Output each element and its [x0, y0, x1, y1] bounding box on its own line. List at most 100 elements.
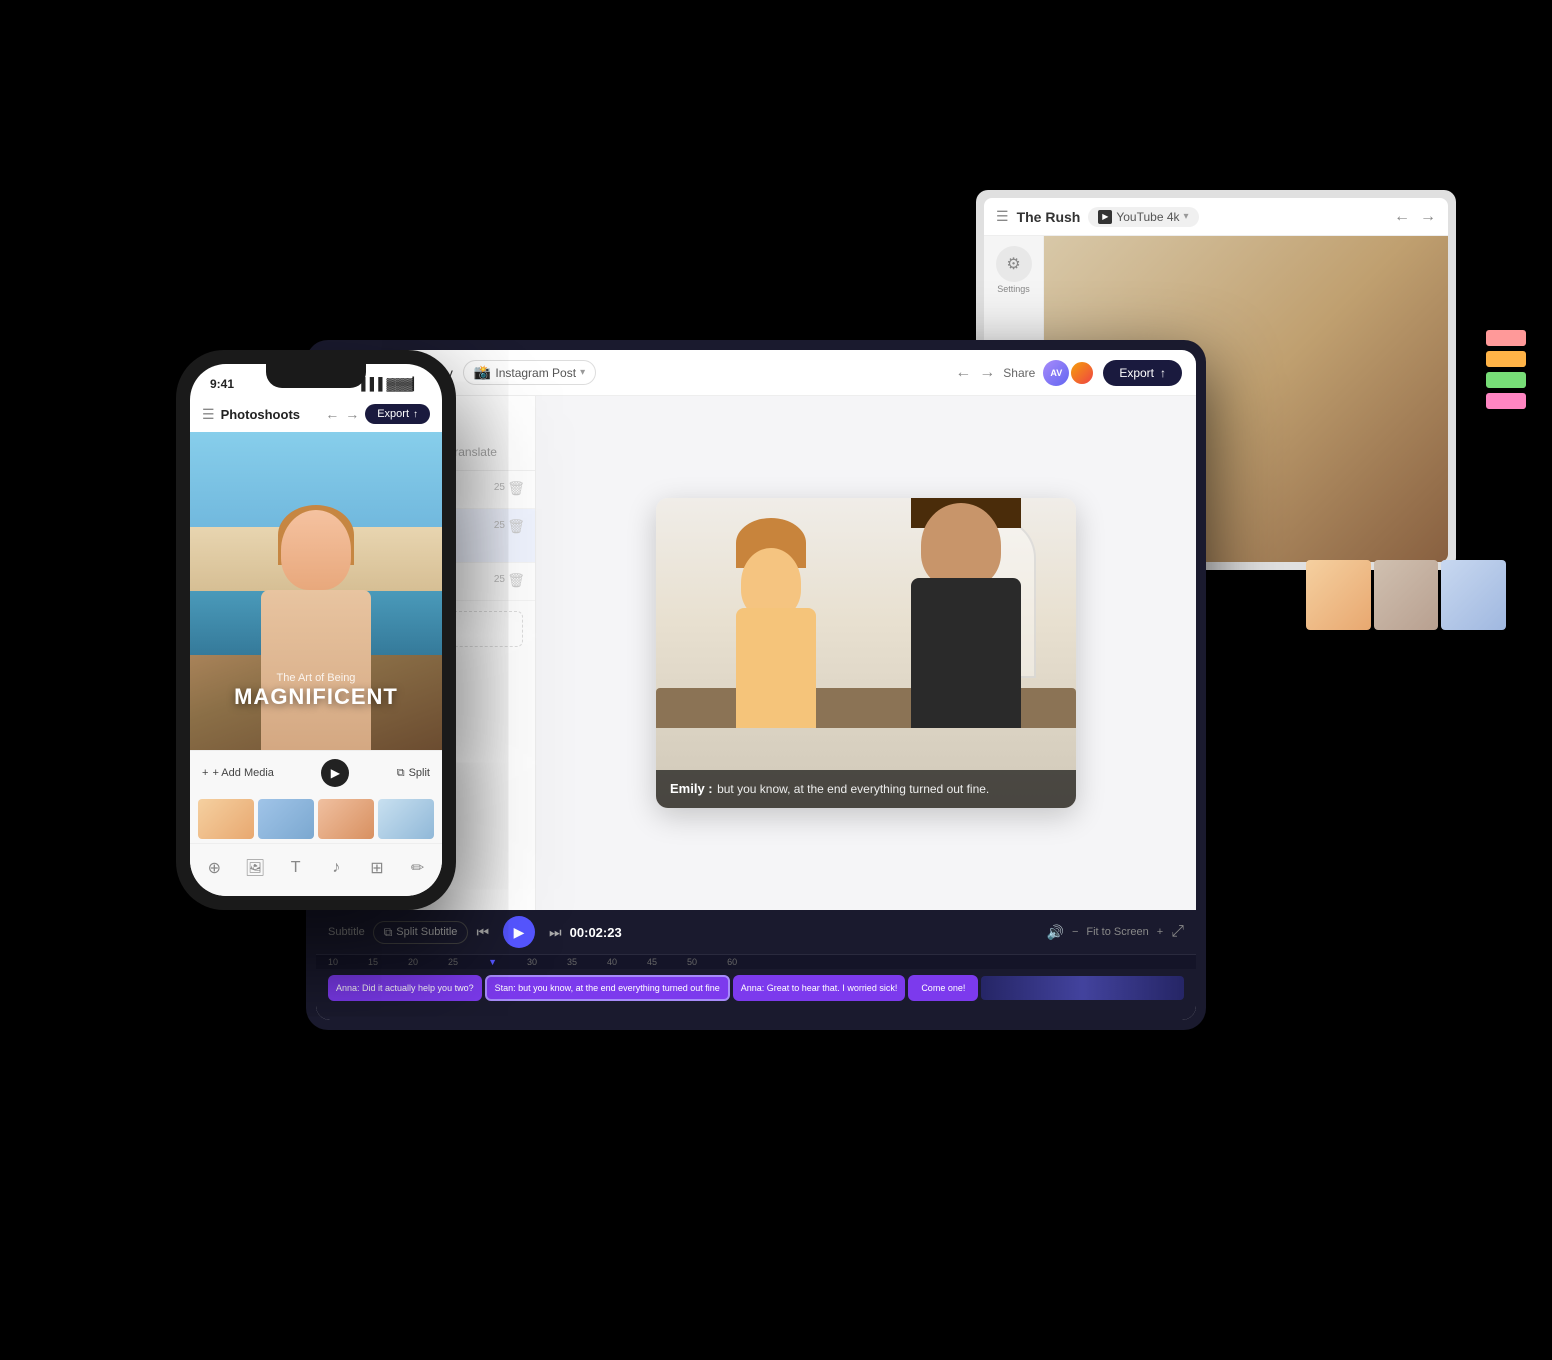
format-chevron-icon: ▾ — [580, 367, 585, 378]
play-button[interactable]: ▶ — [503, 916, 535, 948]
add-media-label: + Add Media — [212, 767, 273, 779]
ipad-forward-btn[interactable]: → — [979, 364, 995, 382]
ruler-mark-current: ▼ — [488, 957, 497, 967]
battery-icon: ▓▓▓▏ — [387, 377, 422, 391]
timeline-clip[interactable]: Anna: Did it actually help you two? — [328, 975, 482, 1001]
time-display: 9:41 — [210, 377, 234, 391]
color-panel — [1486, 330, 1526, 409]
phone-video-subtitle: The Art of Being — [190, 672, 442, 684]
video-subtitle-bar: Emily : but you know, at the end everyth… — [656, 770, 1076, 808]
bg-desktop-nav-right: ← → — [1394, 208, 1436, 226]
minus-icon[interactable]: − — [1072, 926, 1078, 938]
split-icon: ⧉ — [384, 925, 393, 940]
volume-icon[interactable]: 🔊 — [1047, 924, 1064, 941]
toolbar-text-button[interactable]: T — [280, 852, 312, 884]
ruler-mark: 35 — [567, 957, 577, 967]
split-label: Split — [409, 767, 430, 779]
video-background: Emily : but you know, at the end everyth… — [656, 498, 1076, 808]
ruler-mark: 50 — [687, 957, 697, 967]
subtitle-item-number: 25 — [494, 481, 505, 495]
play-icon: ▶ — [1098, 210, 1112, 224]
skip-back-icon[interactable]: ⏮ — [476, 924, 489, 941]
timecode-display: 00:02:23 — [570, 925, 622, 940]
instagram-icon: 📸 — [474, 364, 491, 381]
timeline-subtitle-label: Subtitle — [328, 926, 365, 938]
phone-play-button[interactable]: ▶ — [321, 759, 349, 787]
subtitle-speech: but you know, at the end everything turn… — [717, 782, 989, 796]
color-swatch-pink[interactable] — [1486, 393, 1526, 409]
bg-desktop-app-title: The Rush — [1017, 209, 1081, 225]
ipad-main-content: Emily : but you know, at the end everyth… — [536, 396, 1196, 910]
ipad-format-badge[interactable]: 📸 Instagram Post ▾ — [463, 360, 596, 385]
fullscreen-icon[interactable]: ⤢ — [1171, 923, 1184, 941]
ruler-mark: 10 — [328, 957, 338, 967]
menu-icon[interactable]: ☰ — [202, 406, 215, 423]
photo-thumb-1 — [1306, 560, 1371, 630]
timeline-clip[interactable]: Anna: Great to hear that. I worried sick… — [733, 975, 906, 1001]
phone-forward-btn[interactable]: → — [345, 406, 359, 422]
avatar-secondary — [1069, 360, 1095, 386]
phone-split-button[interactable]: ⧉ Split — [397, 767, 430, 780]
toolbar-edit-button[interactable]: ✏ — [402, 852, 434, 884]
ipad-timeline: Subtitle ⧉ Split Subtitle ⏮ ▶ ⏭ 00:02:23… — [316, 910, 1196, 1020]
subtitle-item-number: 25 — [494, 573, 505, 587]
phone-device: 9:41 ●●● ▐▐▐ ▓▓▓▏ ☰ Photoshoots ← → Expo… — [176, 350, 456, 910]
toolbar-home-button[interactable]: ⊕ — [198, 852, 230, 884]
chevron-icon: ▾ — [1184, 211, 1189, 222]
clip-label: Come one! — [921, 983, 965, 993]
color-swatch-orange[interactable] — [1486, 351, 1526, 367]
delete-icon[interactable]: 🗑 — [507, 517, 525, 537]
clip-label: Anna: Great to hear that. I worried sick… — [741, 983, 898, 993]
person-left — [716, 548, 836, 728]
bg-desktop-header: ☰ The Rush ▶ YouTube 4k ▾ ← → — [984, 198, 1448, 236]
add-media-button[interactable]: + + Add Media — [202, 767, 274, 779]
ruler-mark: 40 — [607, 957, 617, 967]
clip-label: Anna: Did it actually help you two? — [336, 983, 474, 993]
skip-forward-icon[interactable]: ⏭ — [549, 924, 562, 941]
bg-desktop-format-badge[interactable]: ▶ YouTube 4k ▾ — [1088, 207, 1198, 227]
phone-back-btn[interactable]: ← — [325, 406, 339, 422]
fit-screen-label[interactable]: Fit to Screen — [1086, 926, 1148, 938]
split-subtitle-button[interactable]: ⧉ Split Subtitle — [373, 921, 469, 944]
timeline-clip[interactable]: Stan: but you know, at the end everythin… — [485, 975, 730, 1001]
timeline-right-controls: 🔊 − Fit to Screen + ⤢ — [1047, 923, 1184, 941]
phone-person-head — [281, 510, 351, 590]
settings-icon[interactable]: ⚙ — [996, 246, 1032, 282]
timeline-controls: Subtitle ⧉ Split Subtitle ⏮ ▶ ⏭ 00:02:23… — [316, 910, 1196, 955]
phone-screen: 9:41 ●●● ▐▐▐ ▓▓▓▏ ☰ Photoshoots ← → Expo… — [190, 364, 442, 896]
ipad-export-button[interactable]: Export ↑ — [1103, 360, 1182, 386]
timeline-clip[interactable]: Come one! — [908, 975, 978, 1001]
thumbnail-1[interactable] — [198, 799, 254, 839]
plus-icon: + — [202, 767, 208, 779]
phone-video-title: MAGNIFICENT — [190, 684, 442, 710]
color-swatch-red[interactable] — [1486, 330, 1526, 346]
toolbar-music-button[interactable]: ♪ — [320, 852, 352, 884]
delete-icon[interactable]: 🗑 — [507, 479, 525, 499]
thumbnail-2[interactable] — [258, 799, 314, 839]
color-swatch-green[interactable] — [1486, 372, 1526, 388]
ipad-share-btn[interactable]: Share — [1003, 366, 1035, 380]
split-subtitle-label: Split Subtitle — [396, 926, 457, 938]
person-right-body — [911, 578, 1021, 728]
thumbnail-3[interactable] — [318, 799, 374, 839]
delete-icon[interactable]: 🗑 — [507, 571, 525, 591]
ipad-back-btn[interactable]: ← — [955, 364, 971, 382]
timeline-ruler: 10 15 20 25 ▼ 30 35 40 45 50 60 — [316, 955, 1196, 969]
phone-nav-buttons: ← → Export ↑ — [325, 404, 430, 424]
phone-app-header: ☰ Photoshoots ← → Export ↑ — [190, 400, 442, 432]
forward-icon[interactable]: → — [1420, 208, 1436, 226]
thumbnail-4[interactable] — [378, 799, 434, 839]
export-label: Export — [1119, 366, 1154, 380]
phone-bottom-controls: + + Add Media ▶ ⧉ Split — [190, 750, 442, 896]
phone-thumbnail-strip — [190, 795, 442, 843]
phone-person-body — [261, 590, 371, 750]
phone-export-button[interactable]: Export ↑ — [365, 404, 430, 424]
toolbar-filter-button[interactable]: ⊞ — [361, 852, 393, 884]
video-preview-frame: Emily : but you know, at the end everyth… — [656, 498, 1076, 808]
toolbar-image-button[interactable]: 🖼 — [239, 852, 271, 884]
bg-desktop-menu-icon[interactable]: ☰ — [996, 208, 1009, 225]
ruler-mark: 60 — [727, 957, 737, 967]
plus-icon[interactable]: + — [1157, 926, 1163, 938]
back-icon[interactable]: ← — [1394, 208, 1410, 226]
phone-notch — [266, 364, 366, 388]
